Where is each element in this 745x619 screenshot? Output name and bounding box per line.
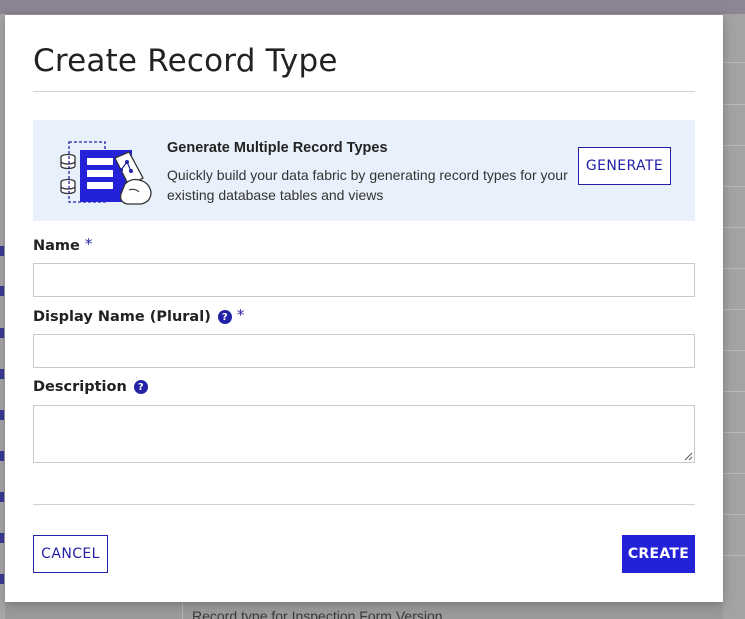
background-table [723,14,745,619]
display-name-field[interactable] [33,334,695,368]
generate-button[interactable]: GENERATE [578,147,671,185]
title-divider [33,91,695,92]
table-row-divider [723,145,745,146]
create-button[interactable]: CREATE [622,535,695,573]
banner-heading: Generate Multiple Record Types [167,140,388,156]
sidebar-link-fragment [0,492,4,502]
footer-divider [33,504,695,505]
name-label-row: Name * [33,235,93,255]
table-row-divider [723,514,745,515]
table-row-divider [723,227,745,228]
resize-handle-icon[interactable] [683,451,693,461]
table-row-divider [723,62,745,63]
banner-description: Quickly build your data fabric by genera… [167,167,568,203]
sidebar-link-fragment [0,369,4,379]
table-column-divider [182,603,183,619]
description-field[interactable] [33,405,695,463]
name-label: Name [33,238,80,254]
sidebar-link-fragment [0,246,4,256]
description-label: Description [33,379,127,395]
sidebar-link-fragment [0,410,4,420]
required-marker: * [84,235,93,253]
display-name-label-row: Display Name (Plural) ? * [33,306,245,326]
table-row-divider [723,473,745,474]
sidebar-link-fragment [0,533,4,543]
sidebar-link-fragment [0,328,4,338]
table-row-divider [723,391,745,392]
cancel-button[interactable]: CANCEL [33,535,108,573]
table-row-divider [723,350,745,351]
database-table-generate-icon [60,141,152,205]
create-record-type-dialog: Create Record Type Generate Multiple Rec… [5,15,723,602]
sidebar-link-fragment [0,286,4,296]
name-field[interactable] [33,263,695,297]
table-row-divider [723,555,745,556]
sidebar-link-fragment [0,451,4,461]
table-row-divider [723,104,745,105]
table-row-divider [723,268,745,269]
generate-banner: Generate Multiple Record Types Quickly b… [33,120,695,221]
table-row-divider [723,186,745,187]
table-row-divider [723,309,745,310]
help-icon[interactable]: ? [133,380,148,394]
background-header [0,0,745,14]
display-name-label: Display Name (Plural) [33,309,211,325]
background-row-text: Record type for Inspection Form Version [192,608,443,619]
table-row-divider [723,432,745,433]
help-icon[interactable]: ? [217,310,232,324]
dialog-title: Create Record Type [33,43,338,79]
sidebar-link-fragment [0,574,4,584]
required-marker: * [236,306,245,324]
description-label-row: Description ? [33,379,148,395]
